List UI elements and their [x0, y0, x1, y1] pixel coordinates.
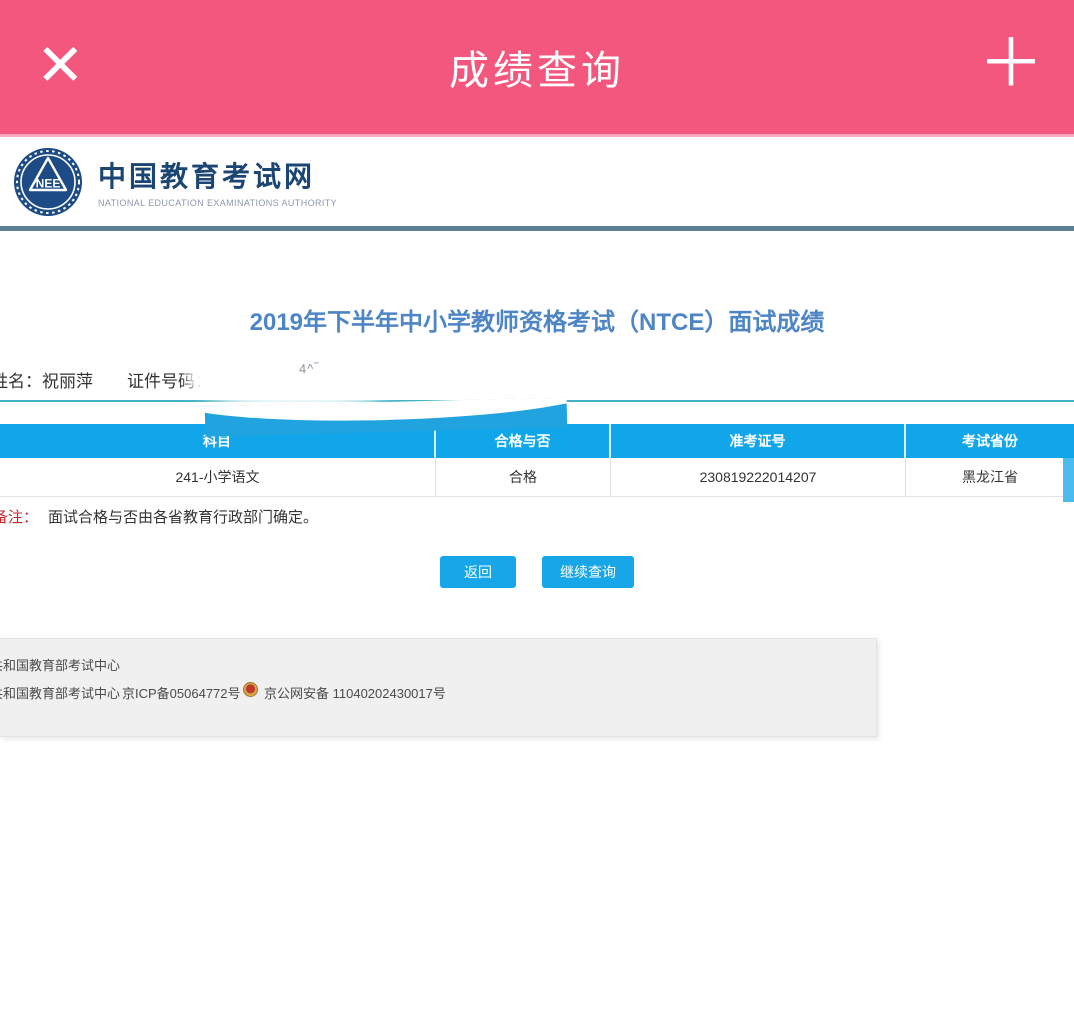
underline-divider — [0, 400, 1074, 402]
continue-query-button[interactable]: 继续查询 — [542, 556, 634, 588]
name-value: 祝丽萍 — [42, 372, 93, 391]
cell-province: 黑龙江省 — [906, 458, 1074, 496]
add-icon[interactable]: ＋ — [978, 30, 1044, 96]
action-buttons: 返回 继续查询 — [0, 556, 1074, 588]
app-footer: 共和国教育部考试中心 共和国教育部考试中心 京ICP备05064772号 京公网… — [0, 638, 877, 737]
security-badge-icon — [243, 682, 258, 697]
site-names: 中国教育考试网 NATIONAL EDUCATION EXAMINATIONS … — [98, 155, 337, 208]
column-header-admission-no: 准考证号 — [611, 424, 906, 458]
id-redacted-fragment: 4^‾ — [299, 361, 320, 377]
note-line: 备注： 面试合格与否由各省教育行政部门确定。 — [0, 506, 318, 527]
footer-org-line1: 共和国教育部考试中心 — [0, 655, 120, 674]
footer-org-line2: 共和国教育部考试中心 — [0, 683, 120, 702]
identity-row: 姓名：祝丽萍证件号码： — [0, 367, 212, 392]
note-text: 面试合格与否由各省教育行政部门确定。 — [48, 509, 318, 526]
cell-admission-no: 230819222014207 — [611, 458, 906, 496]
note-label: 备注： — [0, 509, 38, 526]
site-name-cn: 中国教育考试网 — [98, 155, 337, 195]
header-divider — [0, 226, 1074, 231]
column-header-subject: 科目 — [0, 424, 436, 458]
footer-security-record: 京公网安备 11040202430017号 — [264, 683, 446, 702]
results-table: 科目 合格与否 准考证号 考试省份 241-小学语文 合格 2308192220… — [0, 424, 1074, 497]
cell-subject: 241-小学语文 — [0, 458, 436, 496]
logo-monogram: NEE — [36, 176, 61, 190]
site-name-en: NATIONAL EDUCATION EXAMINATIONS AUTHORIT… — [98, 198, 337, 208]
table-right-edge-strip — [1063, 458, 1074, 502]
score-query-page: ✕ 成绩查询 ＋ NEE 中国教育考试网 NATIONAL EDUCATION … — [0, 0, 1074, 1016]
header-title: 成绩查询 — [0, 38, 1074, 96]
cell-pass: 合格 — [436, 458, 611, 496]
site-logo-band: NEE 中国教育考试网 NATIONAL EDUCATION EXAMINATI… — [0, 137, 1074, 226]
table-row: 241-小学语文 合格 230819222014207 黑龙江省 — [0, 458, 1074, 497]
redaction-smudge — [188, 348, 404, 408]
table-header-row: 科目 合格与否 准考证号 考试省份 — [0, 424, 1074, 458]
footer-icp-record: 京ICP备05064772号 — [122, 683, 241, 702]
app-header: ✕ 成绩查询 ＋ — [0, 0, 1074, 137]
column-header-pass: 合格与否 — [436, 424, 611, 458]
page-title: 2019年下半年中小学教师资格考试（NTCE）面试成绩 — [0, 302, 1074, 337]
neea-logo-icon: NEE — [12, 146, 84, 218]
name-label: 姓名： — [0, 372, 42, 391]
back-button[interactable]: 返回 — [440, 556, 516, 588]
column-header-province: 考试省份 — [906, 424, 1074, 458]
